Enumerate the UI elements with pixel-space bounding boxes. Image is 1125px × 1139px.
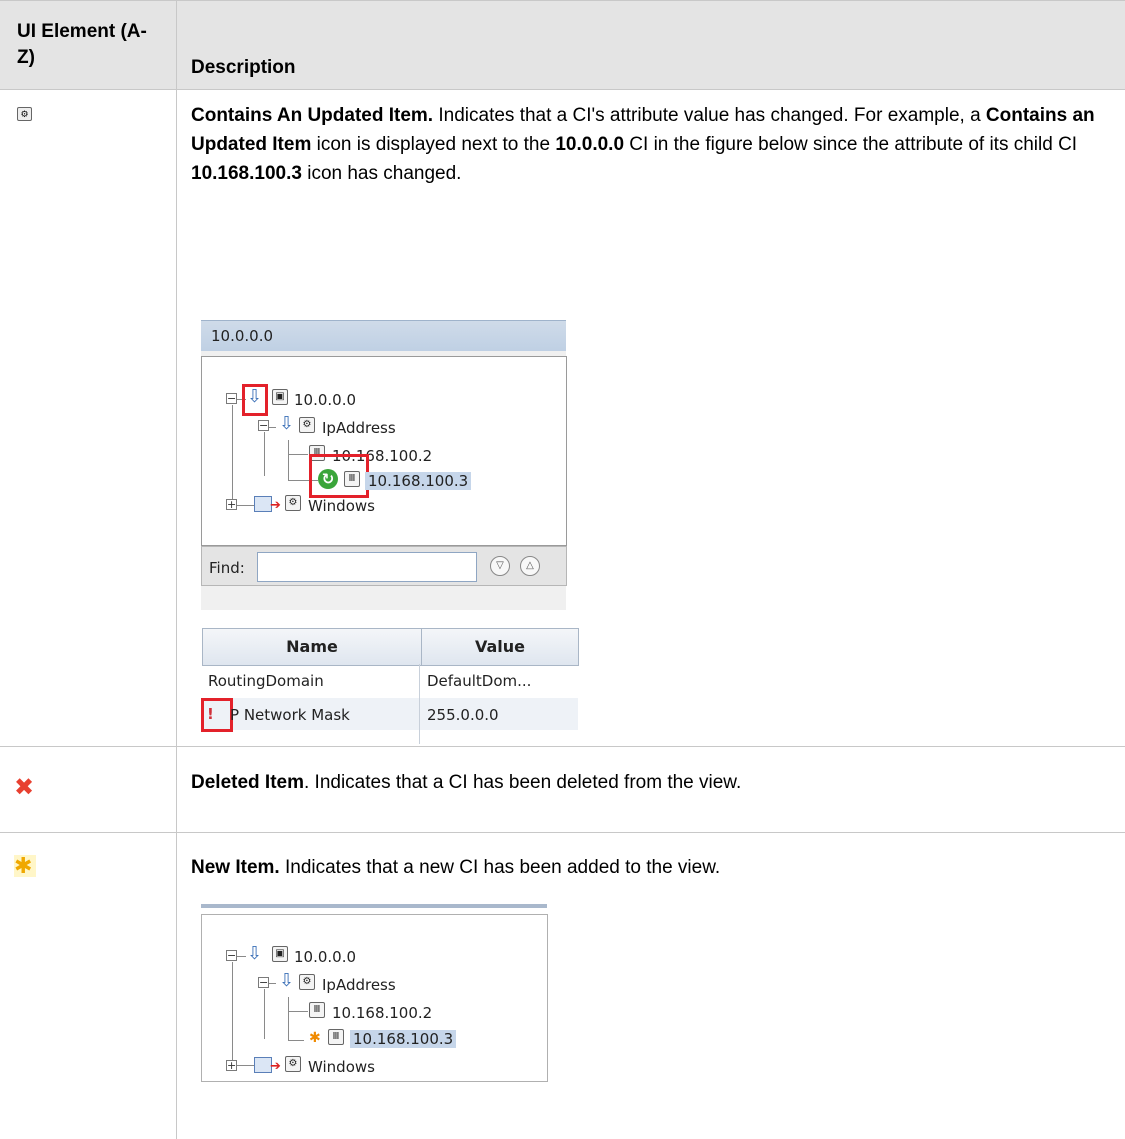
collapse-toggle[interactable]: − (226, 393, 237, 404)
find-label: Find: (209, 559, 245, 577)
tree-panel: − ⇩ ▣ 10.0.0.0 − ⇩ ⚙ IpAddress Ⅲ 10.168.… (201, 356, 567, 546)
row-text: icon is displayed next to the (311, 134, 556, 155)
tree-line (288, 1011, 308, 1012)
ip-icon: Ⅲ (328, 1029, 344, 1045)
arrow-right-icon: ➔ (270, 498, 281, 513)
tree-titlebar: 10.0.0.0 (201, 320, 566, 351)
row-description: Contains An Updated Item. Indicates that… (191, 101, 1106, 188)
row-bold-text: 10.168.100.3 (191, 163, 302, 184)
props-cell-value: 255.0.0.0 (427, 706, 499, 724)
ci-type-icon: ⚙ (285, 1056, 301, 1072)
tree-panel: − ⇩ ▣ 10.0.0.0 − ⇩ ⚙ IpAddress Ⅲ 10.168.… (201, 914, 548, 1082)
row-text: Indicates that a new CI has been added t… (279, 857, 721, 878)
tree-title: 10.0.0.0 (211, 327, 274, 345)
tree-node-windows[interactable]: Windows (308, 497, 375, 515)
props-cell-name: RoutingDomain (208, 672, 324, 690)
row-text: Indicates that a CI's attribute value ha… (433, 105, 986, 126)
row-title: New Item. (191, 857, 280, 878)
new-item-star-icon: ✱ (309, 1030, 321, 1046)
tree-node-ip-selected[interactable]: 10.168.100.3 (365, 472, 472, 490)
header-ui-element: UI Element (A-Z) (17, 21, 147, 68)
props-header-name: Name (202, 628, 422, 666)
network-icon: ▣ (272, 389, 288, 405)
panel-topbar (201, 904, 547, 908)
new-item-icon: ✱ (14, 855, 36, 877)
tree-node-root[interactable]: 10.0.0.0 (294, 391, 356, 409)
tree-node-ipaddress[interactable]: IpAddress (322, 419, 396, 437)
row-divider (0, 832, 1125, 833)
tree-line (288, 440, 289, 480)
figure-updated-item: 10.0.0.0 − ⇩ ▣ 10.0.0.0 − ⇩ ⚙ IpAddress … (201, 320, 581, 750)
table-header: UI Element (A-Z) Description (0, 0, 1125, 90)
highlight-box (309, 454, 369, 498)
collapse-toggle[interactable]: − (258, 420, 269, 431)
row-text: . Indicates that a CI has been deleted f… (303, 772, 742, 793)
ip-icon: Ⅲ (309, 1002, 325, 1018)
row-text: icon has changed. (301, 163, 462, 184)
collapse-toggle[interactable]: − (226, 950, 237, 961)
row-description: New Item. Indicates that a new CI has be… (191, 853, 1106, 882)
props-column-divider (419, 664, 420, 744)
row-description: Deleted Item. Indicates that a CI has be… (191, 768, 1106, 797)
header-description: Description (191, 57, 296, 78)
expand-toggle[interactable]: + (226, 499, 237, 510)
collapse-toggle[interactable]: − (258, 977, 269, 988)
props-cell-value: DefaultDom... (427, 672, 532, 690)
ci-type-icon: ⚙ (299, 974, 315, 990)
ci-type-icon: ⚙ (299, 417, 315, 433)
down-arrow-icon: ⇩ (279, 970, 295, 991)
figure-new-item: − ⇩ ▣ 10.0.0.0 − ⇩ ⚙ IpAddress Ⅲ 10.168.… (201, 904, 551, 1084)
column-divider (176, 0, 177, 1139)
network-icon: ▣ (272, 946, 288, 962)
contains-updated-item-icon: ⚙ (17, 107, 32, 121)
row-text: CI in the figure below since the attribu… (624, 134, 1078, 155)
tree-line (288, 1040, 304, 1041)
find-up-button[interactable]: △ (520, 556, 540, 576)
row-bold-text: 10.0.0.0 (555, 134, 625, 155)
ci-type-icon: ⚙ (285, 495, 301, 511)
props-header-value: Value (421, 628, 579, 666)
down-arrow-icon: ⇩ (279, 413, 295, 434)
row-title: Deleted Item (191, 772, 304, 793)
deleted-item-icon: ✖ (14, 774, 35, 801)
tree-line (264, 989, 265, 1039)
tree-line (288, 997, 289, 1041)
ip-icon: Ⅲ (344, 471, 360, 487)
tree-line (232, 962, 233, 1066)
find-bar: Find: ▽ △ (201, 546, 567, 586)
tree-node-ipaddress[interactable]: IpAddress (322, 976, 396, 994)
props-cell-name: P Network Mask (230, 706, 350, 724)
row-title: Contains An Updated Item. (191, 105, 434, 126)
tree-node-ip-selected[interactable]: 10.168.100.3 (350, 1030, 457, 1048)
tree-node-ip[interactable]: 10.168.100.2 (332, 1004, 432, 1022)
expand-toggle[interactable]: + (226, 1060, 237, 1071)
tree-line (232, 405, 233, 505)
arrow-right-icon: ➔ (270, 1059, 281, 1074)
highlight-box (242, 384, 268, 416)
down-arrow-icon: ⇩ (247, 943, 263, 964)
tree-node-root[interactable]: 10.0.0.0 (294, 948, 356, 966)
find-input[interactable] (257, 552, 477, 582)
tree-line (288, 454, 308, 455)
find-down-button[interactable]: ▽ (490, 556, 510, 576)
tree-node-windows[interactable]: Windows (308, 1058, 375, 1076)
tree-line (264, 432, 265, 476)
